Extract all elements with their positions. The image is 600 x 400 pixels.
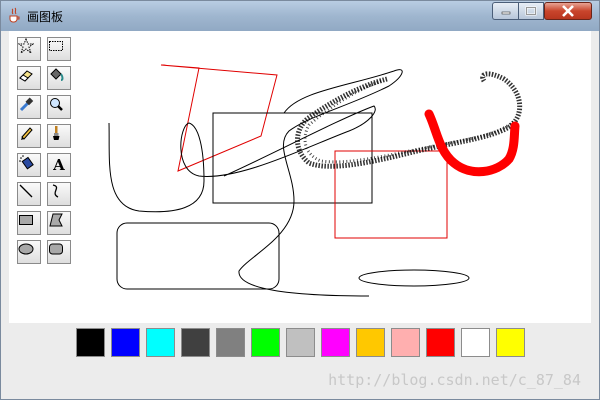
app-window: 画图板 A http://blog.csdn.net/c_87_84 (0, 0, 600, 400)
color-swatch[interactable] (286, 328, 315, 357)
maximize-icon (525, 6, 537, 16)
color-swatch[interactable] (76, 328, 105, 357)
close-icon (562, 5, 574, 17)
magnifier-tool[interactable] (47, 95, 71, 119)
close-button[interactable] (544, 2, 592, 20)
color-swatch[interactable] (111, 328, 140, 357)
drawn-spray-stroke (295, 71, 523, 169)
title-bar[interactable]: 画图板 (1, 1, 599, 31)
drawn-red-polygon (160, 64, 278, 172)
color-picker-tool[interactable] (17, 95, 41, 119)
line-tool[interactable] (17, 182, 41, 206)
color-swatch[interactable] (216, 328, 245, 357)
color-swatch[interactable] (461, 328, 490, 357)
polygon-tool[interactable] (47, 211, 71, 235)
rect-select-tool[interactable] (47, 37, 71, 61)
curve-tool[interactable] (47, 182, 71, 206)
magnifier-icon (50, 98, 63, 111)
bucket-icon (50, 68, 64, 81)
ellipse-tool[interactable] (17, 240, 41, 264)
canvas-drawing (108, 64, 523, 297)
text-tool[interactable]: A (47, 153, 71, 177)
color-swatch[interactable] (496, 328, 525, 357)
drawn-freehand-stroke (238, 69, 403, 297)
pencil-tool[interactable] (17, 124, 41, 148)
color-swatch[interactable] (146, 328, 175, 357)
pencil-icon (21, 127, 33, 140)
brush-icon (53, 126, 60, 140)
ellipse-icon (18, 243, 34, 255)
drawn-ellipse (358, 269, 470, 287)
spray-icon (19, 155, 34, 170)
line-icon (19, 184, 33, 198)
color-swatch[interactable] (251, 328, 280, 357)
text-tool-glyph: A (53, 156, 65, 174)
maximize-button[interactable] (518, 2, 544, 20)
drawn-red-brush-stroke (424, 109, 520, 177)
window-title: 画图板 (27, 10, 64, 24)
free-select-tool[interactable] (17, 37, 41, 61)
color-swatch[interactable] (181, 328, 210, 357)
minimize-button[interactable] (492, 2, 518, 20)
color-palette: http://blog.csdn.net/c_87_84 (9, 323, 591, 393)
curve-icon (52, 184, 59, 198)
brush-tool[interactable] (47, 124, 71, 148)
rounded-rect-icon (49, 243, 63, 255)
color-swatch[interactable] (426, 328, 455, 357)
eyedropper-icon (19, 97, 34, 112)
star-select-icon (18, 38, 34, 54)
eraser-tool[interactable] (17, 66, 41, 90)
polygon-icon (49, 213, 63, 227)
drawing-canvas[interactable]: A (9, 31, 591, 323)
airbrush-tool[interactable] (17, 153, 41, 177)
drawn-spray-stroke-2 (303, 79, 516, 164)
color-swatch[interactable] (321, 328, 350, 357)
eraser-icon (19, 70, 33, 82)
rectangle-icon (19, 215, 33, 225)
rectangle-tool[interactable] (17, 211, 41, 235)
fill-tool[interactable] (47, 66, 71, 90)
color-swatch[interactable] (391, 328, 420, 357)
rounded-rect-tool[interactable] (47, 240, 71, 264)
java-cup-icon (9, 7, 20, 23)
rect-select-icon (49, 41, 63, 51)
minimize-icon (501, 11, 510, 15)
color-swatch[interactable] (356, 328, 385, 357)
watermark-text: http://blog.csdn.net/c_87_84 (328, 371, 581, 389)
